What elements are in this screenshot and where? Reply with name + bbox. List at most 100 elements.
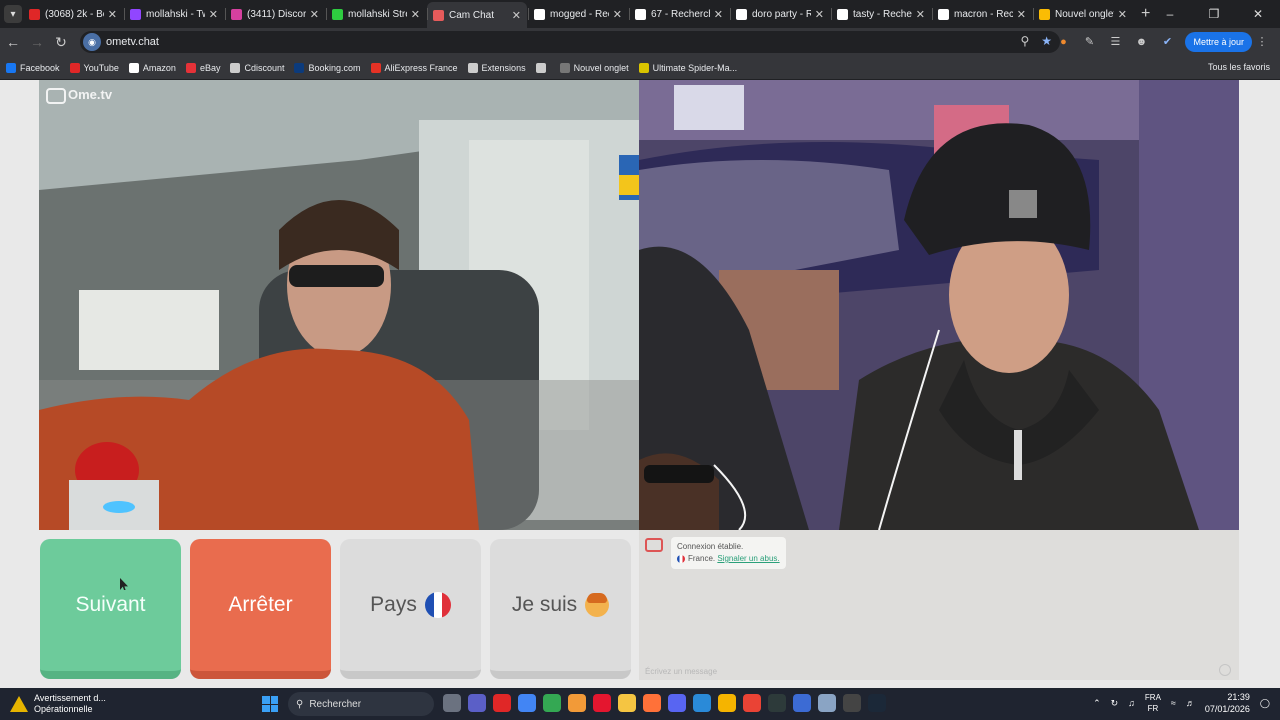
bookmark-item[interactable]: Ultimate Spider-Ma... [638, 62, 737, 73]
notification-widget[interactable]: Avertissement d... Opérationnelle [10, 693, 106, 715]
media-controls-icon[interactable]: ☰ [1107, 34, 1123, 50]
country-button-label: Pays [370, 593, 417, 616]
bookmark-item[interactable]: Nouvel onglet [559, 62, 629, 73]
tab-search-button[interactable]: ▾ [4, 5, 22, 23]
browser-tab[interactable]: mollahski Strea ✕ [326, 2, 426, 26]
puzzle-extensions-icon[interactable]: ✎ [1081, 34, 1097, 50]
back-button[interactable]: ← [2, 34, 24, 50]
minimize-button[interactable]: – [1148, 0, 1192, 28]
remote-desktop-icon[interactable] [793, 694, 811, 712]
boy-emoji-icon [585, 593, 610, 617]
browser-tab[interactable]: macron - Rech ✕ [932, 2, 1032, 26]
bookmark-item[interactable]: Booking.com [294, 62, 361, 73]
firefox-icon[interactable] [643, 694, 661, 712]
windows-taskbar: Avertissement d... Opérationnelle ⚲ Reche… [0, 688, 1280, 720]
app-a-icon[interactable] [568, 694, 586, 712]
notifications-icon[interactable]: ◯ [1260, 698, 1270, 709]
sync-icon[interactable]: ↻ [1111, 698, 1119, 709]
bookmark-favicon-icon [467, 62, 478, 73]
app-terminal-icon[interactable] [768, 694, 786, 712]
bookmark-item[interactable]: Amazon [128, 62, 176, 73]
extension-icon[interactable]: ● [1055, 34, 1071, 50]
close-tab-icon[interactable]: ✕ [714, 8, 723, 21]
youtube-app-icon[interactable] [493, 694, 511, 712]
profile-avatar-icon[interactable]: ☻ [1133, 34, 1149, 50]
bookmark-item[interactable]: Extensions [467, 62, 526, 73]
file-explorer-icon[interactable] [618, 694, 636, 712]
steam-icon[interactable] [868, 694, 886, 712]
browser-tab[interactable]: (3068) 2k - Bo ✕ [23, 2, 123, 26]
bookmark-item[interactable]: AliExpress France [370, 62, 458, 73]
browser-tab[interactable]: (3411) Discord ✕ [225, 2, 325, 26]
close-tab-icon[interactable]: ✕ [1017, 8, 1026, 21]
bookmark-star-icon[interactable]: ★ [1041, 34, 1052, 48]
partner-country-text: France. [688, 554, 716, 563]
chrome-2-icon[interactable] [743, 694, 761, 712]
menu-kebab-icon[interactable]: ⋮ [1254, 34, 1270, 50]
mail-icon[interactable] [693, 694, 711, 712]
bookmark-favicon-icon [185, 62, 196, 73]
report-abuse-link[interactable]: Signaler un abus. [717, 554, 779, 563]
close-tab-icon[interactable]: ✕ [1118, 8, 1127, 21]
browser-tab[interactable]: 67 - Recherche ✕ [629, 2, 729, 26]
bookmark-item[interactable] [535, 62, 550, 73]
chrome-icon[interactable] [543, 694, 561, 712]
close-tab-icon[interactable]: ✕ [613, 8, 622, 21]
update-button[interactable]: Mettre à jour [1185, 32, 1252, 52]
browser-tab[interactable]: Cam Chat ✕ [427, 2, 527, 28]
gender-button[interactable]: Je suis [490, 539, 631, 679]
forward-button[interactable]: → [26, 34, 48, 50]
chat-message-input[interactable]: Écrivez un message [645, 667, 1225, 676]
bookmark-item[interactable]: YouTube [69, 62, 119, 73]
chrome-active-icon[interactable] [518, 694, 536, 712]
url-text[interactable]: ometv.chat [106, 36, 159, 48]
browser-tab[interactable]: tasty - Recherc ✕ [831, 2, 931, 26]
all-bookmarks-folder[interactable]: Tous les favoris [1208, 62, 1270, 72]
reload-button[interactable]: ↻ [50, 34, 72, 51]
emoji-picker-icon[interactable] [1219, 664, 1231, 676]
bookmark-item[interactable]: Facebook [6, 62, 60, 73]
obs-icon[interactable] [843, 694, 861, 712]
close-tab-icon[interactable]: ✕ [209, 8, 218, 21]
volume-icon[interactable]: ♬ [1186, 698, 1195, 708]
taskbar-search[interactable]: ⚲ Rechercher [288, 692, 434, 716]
country-button[interactable]: Pays [340, 539, 481, 679]
start-button[interactable] [262, 696, 278, 712]
discord-icon[interactable] [668, 694, 686, 712]
site-info-icon[interactable]: ◉ [83, 33, 101, 51]
close-window-button[interactable]: ✕ [1236, 0, 1280, 28]
close-tab-icon[interactable]: ✕ [916, 8, 925, 21]
language-indicator[interactable]: FRA FR [1145, 692, 1161, 714]
close-tab-icon[interactable]: ✕ [310, 8, 319, 21]
task-view-icon[interactable] [443, 694, 461, 712]
address-bar[interactable]: ◉ ometv.chat ⚲ ★ [80, 31, 1060, 53]
browser-tab[interactable]: Nouvel onglet ✕ [1033, 2, 1133, 26]
ometv-logo[interactable]: Ome.tv [46, 87, 112, 104]
zoom-icon[interactable]: ⚲ [1020, 34, 1029, 48]
shield-check-icon[interactable]: ✔ [1159, 34, 1175, 50]
microphone-icon[interactable]: ♫ [1128, 698, 1135, 708]
image-viewer-icon[interactable] [818, 694, 836, 712]
clock[interactable]: 21:39 07/01/2026 [1205, 691, 1250, 715]
close-tab-icon[interactable]: ✕ [815, 8, 824, 21]
wifi-icon[interactable]: ≈ [1171, 698, 1176, 708]
close-tab-icon[interactable]: ✕ [512, 9, 521, 22]
keyboard-layout: FR [1147, 704, 1159, 713]
close-tab-icon[interactable]: ✕ [108, 8, 117, 21]
bookmark-label: eBay [199, 62, 221, 73]
stop-button[interactable]: Arrêter [190, 539, 331, 679]
maximize-button[interactable]: ❐ [1192, 0, 1236, 28]
bookmark-item[interactable]: eBay [185, 62, 221, 73]
browser-tab[interactable]: mogged - Rech ✕ [528, 2, 628, 26]
browser-tab[interactable]: mollahski - Tw ✕ [124, 2, 224, 26]
teams-icon[interactable] [468, 694, 486, 712]
tray-chevron-icon[interactable]: ⌃ [1093, 698, 1101, 709]
close-tab-icon[interactable]: ✕ [411, 8, 420, 21]
partner-camera-image [639, 80, 1239, 530]
rockstar-icon[interactable] [718, 694, 736, 712]
bookmark-item[interactable]: Cdiscount [230, 62, 284, 73]
warning-icon [10, 696, 28, 712]
opera-icon[interactable] [593, 694, 611, 712]
next-button[interactable]: Suivant [40, 539, 181, 679]
browser-tab[interactable]: doro party - Re ✕ [730, 2, 830, 26]
